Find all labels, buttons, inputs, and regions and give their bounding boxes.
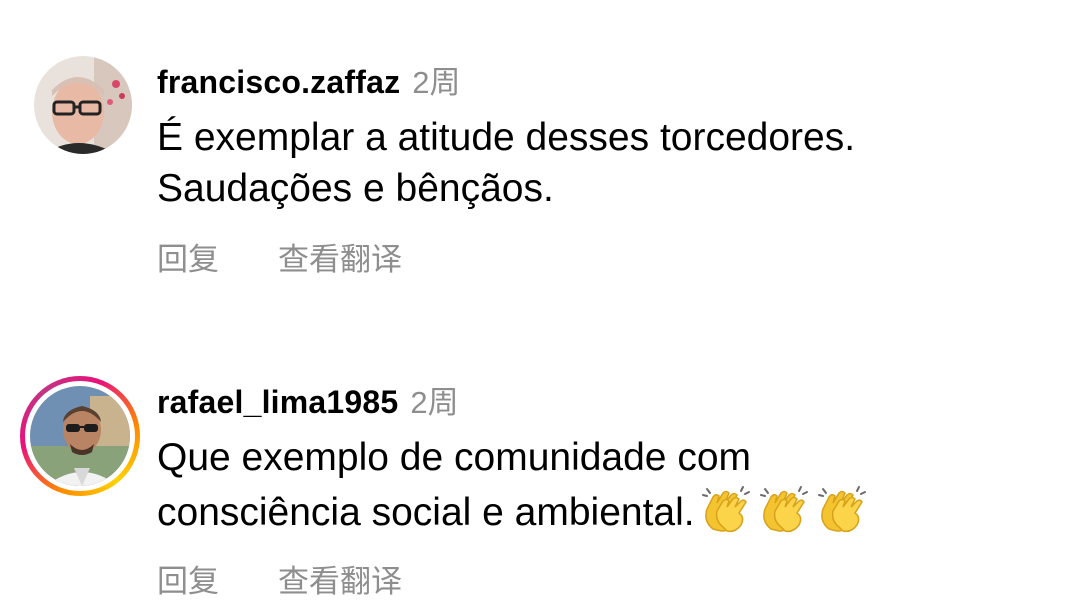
- comment-text-line-with-emoji: consciência social e ambiental.: [157, 483, 1037, 538]
- comment-timestamp: 2周: [410, 385, 459, 420]
- clapping-hands-icon: [817, 486, 866, 533]
- username-link[interactable]: rafael_lima1985: [157, 384, 398, 421]
- comment-actions: 回复 查看翻译: [157, 556, 402, 601]
- clapping-hands-emoji: [695, 486, 869, 534]
- reply-button[interactable]: 回复: [157, 234, 278, 279]
- comment-text-fragment: consciência social e ambiental.: [157, 491, 695, 534]
- clapping-hands-icon: [701, 486, 750, 533]
- avatar[interactable]: [34, 56, 132, 154]
- comment-text-line: Saudações e bênçãos.: [157, 167, 554, 210]
- see-translation-button[interactable]: 查看翻译: [278, 556, 402, 601]
- see-translation-button[interactable]: 查看翻译: [278, 234, 402, 279]
- reply-button[interactable]: 回复: [157, 556, 278, 601]
- comment-text: Que exemplo de comunidade com consciênci…: [157, 432, 1037, 538]
- comment-timestamp: 2周: [412, 65, 461, 100]
- profile-photo-avatar[interactable]: [34, 56, 132, 154]
- clapping-hands-icon: [759, 486, 808, 533]
- comment-actions: 回复 查看翻译: [157, 234, 402, 279]
- story-ring-avatar[interactable]: [20, 376, 140, 496]
- comment-header: rafael_lima1985 2周: [157, 377, 459, 421]
- profile-photo-avatar[interactable]: [30, 386, 130, 486]
- comment-header: francisco.zaffaz 2周: [157, 57, 461, 101]
- username-link[interactable]: francisco.zaffaz: [157, 64, 400, 101]
- comment-text: É exemplar a atitude desses torcedores. …: [157, 112, 1037, 214]
- comment-text-line: Que exemplo de comunidade com: [157, 436, 752, 479]
- comment-text-line: É exemplar a atitude desses torcedores.: [157, 116, 856, 159]
